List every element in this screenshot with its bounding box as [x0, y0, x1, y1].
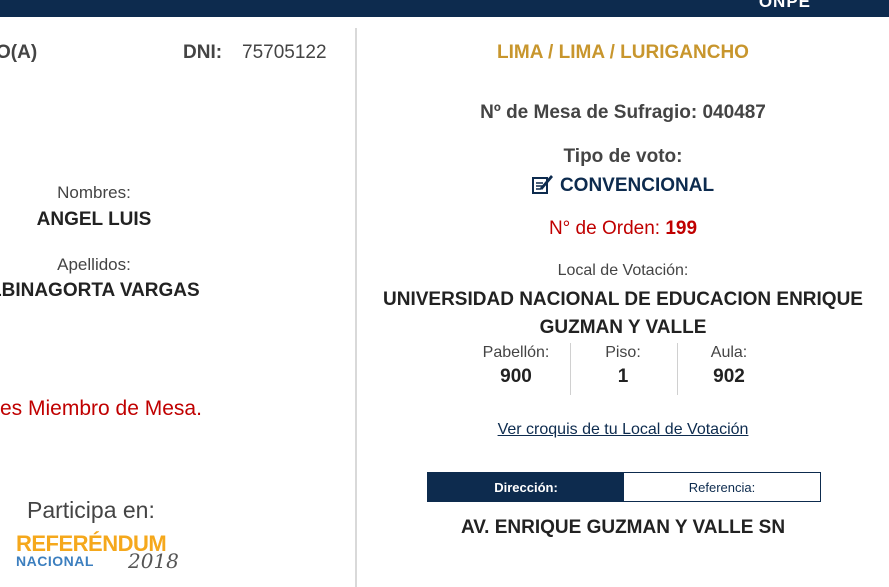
- tab-referencia[interactable]: Referencia:: [624, 473, 820, 501]
- orden-value: 199: [665, 218, 698, 239]
- croquis-link[interactable]: Ver croquis de tu Local de Votación: [357, 421, 889, 439]
- referendum-logo-year: 2018: [128, 549, 179, 573]
- mesa-label: Nº de Mesa de Sufragio:: [480, 102, 698, 123]
- dni-value: 75705122: [242, 42, 327, 63]
- top-bar: ONPE: [0, 0, 889, 17]
- piso-label: Piso:: [605, 344, 641, 361]
- participa-label: Participa en:: [27, 497, 155, 523]
- tipo-value: CONVENCIONAL: [559, 175, 715, 196]
- aula-column: Aula: 902: [679, 344, 779, 388]
- local-name: UNIVERSIDAD NACIONAL DE EDUCACION ENRIQU…: [383, 289, 863, 338]
- location-path: LIMA / LIMA / LURIGANCHO: [497, 42, 749, 63]
- tipo-label: Tipo de voto:: [563, 146, 683, 167]
- tab-direccion[interactable]: Dirección:: [428, 473, 624, 501]
- surnames-value: LBINAGORTA VARGAS: [0, 280, 200, 301]
- surnames-label: Apellidos:: [57, 255, 131, 274]
- aula-label: Aula:: [710, 344, 748, 361]
- mesa-member-message: es Miembro de Mesa.: [0, 397, 202, 420]
- piso-column: Piso: 1: [572, 344, 674, 388]
- aula-value: 902: [713, 366, 745, 387]
- local-label: Local de Votación:: [557, 262, 689, 279]
- ballot-pen-icon: [531, 175, 553, 194]
- tipo-value-row: CONVENCIONAL: [357, 173, 889, 197]
- pabellon-label: Pabellón:: [482, 344, 550, 361]
- piso-value: 1: [617, 366, 629, 387]
- pabellon-column: Pabellón: 900: [466, 344, 566, 388]
- orden-line: N° de Orden: 199: [357, 218, 889, 240]
- onpe-logo: ONPE: [758, 0, 811, 11]
- orden-label: N° de Orden:: [548, 218, 661, 239]
- mesa-value: 040487: [702, 102, 766, 123]
- pabellon-value: 900: [500, 366, 532, 387]
- address-value: AV. ENRIQUE GUZMAN Y VALLE SN: [460, 517, 786, 538]
- role-label: O(A): [0, 42, 38, 63]
- mesa-line: Nº de Mesa de Sufragio: 040487: [357, 102, 889, 124]
- names-value: ANGEL LUIS: [36, 209, 152, 230]
- referendum-logo-sub: NACIONAL: [16, 553, 94, 569]
- column-separator: [677, 343, 678, 395]
- referendum-logo: REFERÉNDUM NACIONAL 2018: [16, 531, 179, 575]
- dni-label: DNI:: [183, 42, 223, 63]
- address-tabs: Dirección: Referencia:: [427, 472, 821, 502]
- column-separator: [570, 343, 571, 395]
- names-label: Nombres:: [57, 183, 131, 202]
